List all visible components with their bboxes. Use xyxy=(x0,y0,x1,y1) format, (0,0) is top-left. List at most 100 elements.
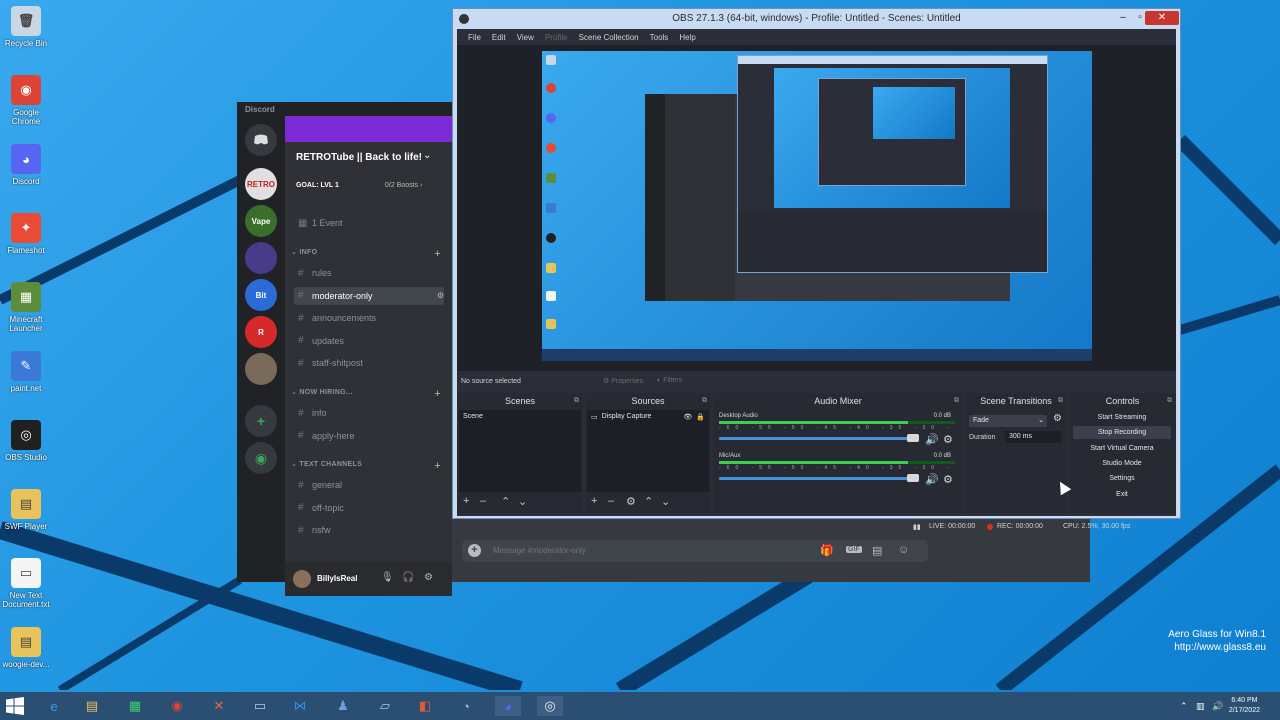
gear-icon[interactable]: ⚙ xyxy=(943,433,953,446)
microphone-icon[interactable]: 🎙 xyxy=(381,572,394,583)
menu-profile[interactable]: Profile xyxy=(545,33,568,42)
add-channel-icon[interactable]: + xyxy=(434,248,441,260)
vscode-icon[interactable]: ⋈ xyxy=(287,696,313,716)
dock-popout-icon[interactable]: ⧉ xyxy=(1058,393,1063,409)
eye-icon[interactable]: 👁 xyxy=(683,413,692,421)
menu-scene-collection[interactable]: Scene Collection xyxy=(579,33,639,42)
move-down-icon[interactable]: ⌄ xyxy=(518,495,527,508)
category-hiring[interactable]: ⌄ NOW HIRING... + xyxy=(291,388,441,400)
channel-updates[interactable]: # updates xyxy=(298,332,443,350)
network-icon[interactable]: ▥ xyxy=(1196,701,1205,712)
desktop-icon[interactable]: ✎ paint.net xyxy=(0,347,52,416)
chevron-down-icon[interactable]: ⌄ xyxy=(423,150,431,161)
app-icon[interactable]: ▱ xyxy=(372,696,398,716)
windows-start-icon[interactable] xyxy=(6,697,24,715)
server-icon[interactable]: R xyxy=(245,316,277,348)
gear-icon[interactable]: ⚙ xyxy=(626,495,636,508)
channel-apply-here[interactable]: # apply-here xyxy=(298,427,443,445)
dock-popout-icon[interactable]: ⧉ xyxy=(954,393,959,409)
lock-icon[interactable]: 🔒 xyxy=(696,413,705,421)
move-up-icon[interactable]: ⌃ xyxy=(501,495,510,508)
preview-canvas[interactable] xyxy=(542,51,1092,361)
settings-button[interactable]: Settings xyxy=(1073,472,1171,485)
exit-button[interactable]: Exit xyxy=(1073,488,1171,501)
explore-icon[interactable]: ◉ xyxy=(245,442,277,474)
close-button[interactable]: ✕ xyxy=(1145,11,1179,25)
speaker-icon[interactable]: 🔊 xyxy=(925,473,939,486)
emoji-icon[interactable]: ☺ xyxy=(898,544,909,556)
speaker-icon[interactable]: 🔊 xyxy=(925,433,939,446)
desktop-icon[interactable]: ✦ Flameshot xyxy=(0,209,52,278)
desktop-icon[interactable]: ◉ Google Chrome xyxy=(0,71,52,140)
tray-icon[interactable]: ⌃ xyxy=(1180,701,1188,712)
server-icon[interactable] xyxy=(245,353,277,385)
notepad-icon[interactable]: ▭ xyxy=(247,696,273,716)
start-streaming-button[interactable]: Start Streaming xyxy=(1073,411,1171,424)
minimize-button[interactable]: – xyxy=(1115,11,1131,25)
dock-popout-icon[interactable]: ⧉ xyxy=(574,393,579,409)
add-scene-button[interactable]: + xyxy=(463,495,469,507)
menu-file[interactable]: File xyxy=(468,33,481,42)
boost-count[interactable]: 0/2 Boosts › xyxy=(385,182,422,189)
discord-taskbar-icon[interactable]: ◕ xyxy=(495,696,521,716)
file-explorer-icon[interactable]: ▤ xyxy=(79,696,105,716)
duration-spinbox[interactable]: 300 ms xyxy=(1005,431,1061,443)
obs-taskbar-icon[interactable]: ◎ xyxy=(537,696,563,716)
channel-general[interactable]: # general xyxy=(298,476,443,494)
attach-plus-icon[interactable]: + xyxy=(468,544,481,557)
studio-mode-button[interactable]: Studio Mode xyxy=(1073,457,1171,470)
remove-scene-button[interactable]: – xyxy=(480,495,486,507)
app-icon[interactable]: ◧ xyxy=(412,696,438,716)
menu-edit[interactable]: Edit xyxy=(492,33,506,42)
desktop-icon[interactable]: ▤ woogie-dev... xyxy=(0,623,52,692)
avatar[interactable] xyxy=(293,570,311,588)
transition-select[interactable]: Fade ⌄ xyxy=(969,415,1047,427)
menu-help[interactable]: Help xyxy=(679,33,695,42)
volume-slider[interactable] xyxy=(719,477,919,480)
channel-nsfw[interactable]: # nsfw xyxy=(298,521,443,539)
move-down-icon[interactable]: ⌄ xyxy=(661,495,670,508)
desktop-icon[interactable]: 🗑 Recycle Bin xyxy=(0,2,52,71)
volume-icon[interactable]: 🔊 xyxy=(1212,701,1223,712)
filters-button[interactable]: ◐ Filters xyxy=(657,377,682,384)
app-icon[interactable]: ♟ xyxy=(330,696,356,716)
add-server-icon[interactable]: + xyxy=(245,405,277,437)
volume-slider-handle[interactable] xyxy=(907,434,919,442)
server-icon[interactable] xyxy=(245,242,277,274)
channel-moderator-only[interactable]: # moderator-only ⚙ xyxy=(294,286,444,305)
properties-button[interactable]: ⚙ Properties xyxy=(603,377,643,385)
xampp-icon[interactable]: ✕ xyxy=(206,696,232,716)
headphones-icon[interactable]: 🎧 xyxy=(402,572,414,583)
gift-icon[interactable]: 🎁 xyxy=(820,544,834,557)
app-icon[interactable]: ◔ xyxy=(453,696,479,716)
desktop-icon[interactable]: ◕ Discord xyxy=(0,140,52,209)
desktop-icon[interactable]: ▤ SWF Player xyxy=(0,485,52,554)
discord-home-icon[interactable] xyxy=(245,124,277,156)
internet-explorer-icon[interactable]: e xyxy=(41,696,67,716)
store-icon[interactable]: ▦ xyxy=(122,696,148,716)
gear-icon[interactable]: ⚙ xyxy=(943,473,953,486)
add-channel-icon[interactable]: + xyxy=(434,460,441,472)
channel-info[interactable]: # info xyxy=(298,404,443,422)
gear-icon[interactable]: ⚙ xyxy=(424,572,433,583)
gif-icon[interactable]: GIF xyxy=(846,546,862,553)
server-icon[interactable]: Bit xyxy=(245,279,277,311)
channel-off-topic[interactable]: # off-topic xyxy=(298,499,443,517)
remove-source-button[interactable]: – xyxy=(608,495,614,507)
move-up-icon[interactable]: ⌃ xyxy=(644,495,653,508)
clock[interactable]: 6:40 PM 2/17/2022 xyxy=(1229,696,1260,716)
gear-icon[interactable]: ⚙ xyxy=(1053,413,1062,424)
sticker-icon[interactable]: ▤ xyxy=(872,544,882,557)
channel-staff-shitpost[interactable]: # staff-shitpost xyxy=(298,354,443,372)
server-icon[interactable]: RETRO xyxy=(245,168,277,200)
scene-item[interactable]: Scene xyxy=(459,410,581,423)
channel-rules[interactable]: # rules xyxy=(298,264,443,282)
menu-tools[interactable]: Tools xyxy=(650,33,669,42)
volume-slider[interactable] xyxy=(719,437,919,440)
add-source-button[interactable]: + xyxy=(591,495,597,507)
server-name[interactable]: RETROTube || Back to life! xyxy=(296,152,422,163)
category-info[interactable]: ⌄ INFO + xyxy=(291,248,441,260)
source-item[interactable]: ▭ Display Capture 👁 🔒 xyxy=(587,410,709,424)
stop-recording-button[interactable]: Stop Recording xyxy=(1073,426,1171,440)
desktop-icon[interactable]: ▦ Minecraft Launcher xyxy=(0,278,52,347)
